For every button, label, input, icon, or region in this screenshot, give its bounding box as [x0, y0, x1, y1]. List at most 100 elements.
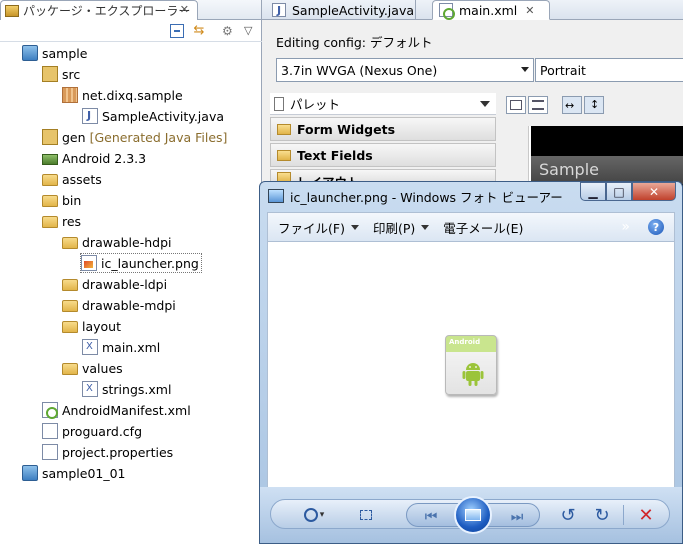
tree-item-gen[interactable]: gen [Generated Java Files]	[42, 127, 227, 147]
fill-width-icon[interactable]: ↔	[562, 96, 582, 114]
folder-icon	[62, 321, 78, 333]
grid-view-icon[interactable]	[506, 96, 526, 114]
image-canvas: Android	[267, 242, 675, 488]
menu-file[interactable]: ファイル(F)	[278, 218, 359, 237]
manifest-icon	[42, 402, 58, 419]
image-label: Android	[449, 338, 481, 346]
package-explorer: パッケージ・エクスプローラー ✕ ⇆ ⚙ ▽ sample src net.di…	[0, 0, 262, 544]
rotate-right-icon[interactable]: ↻	[591, 504, 613, 526]
source-folder-icon	[42, 66, 58, 82]
tree-item-layout[interactable]: layout	[62, 316, 121, 336]
orientation-select[interactable]: Portrait	[535, 58, 683, 82]
tree-item-bin[interactable]: bin	[42, 190, 81, 210]
delete-icon[interactable]: ✕	[635, 504, 657, 526]
actual-size-icon[interactable]	[355, 504, 377, 526]
rotate-left-icon[interactable]: ↺	[557, 504, 579, 526]
package-icon	[62, 87, 78, 103]
file-icon	[42, 444, 58, 460]
link-with-editor-icon[interactable]: ⇆	[192, 24, 206, 38]
device-select[interactable]: 3.7in WVGA (Nexus One)	[276, 58, 534, 82]
tree-item-sample01-01[interactable]: sample01_01	[22, 463, 126, 483]
chevron-down-icon[interactable]: ▽	[244, 24, 258, 38]
tree-item-proguard[interactable]: proguard.cfg	[42, 421, 142, 441]
tree-item-strings-xml[interactable]: strings.xml	[82, 379, 171, 399]
xml-file-icon	[82, 339, 98, 355]
palette-header[interactable]: パレット	[270, 93, 496, 115]
tree-item-main-xml[interactable]: main.xml	[82, 337, 160, 357]
view-toolbar: ↔ ↕	[506, 96, 604, 114]
photo-viewer-controls: ▾ ⏮ ⏭ ↺ ↻ ✕	[260, 487, 682, 543]
tree-item-sample[interactable]: sample	[22, 43, 87, 63]
tree-item-package[interactable]: net.dixq.sample	[62, 85, 183, 105]
library-icon	[42, 154, 58, 165]
palette-panel: パレット Form Widgets Text Fields レイアウト	[270, 93, 496, 185]
palette-category-form-widgets[interactable]: Form Widgets	[270, 117, 496, 141]
menu-print[interactable]: 印刷(P)	[373, 218, 430, 237]
folder-icon	[62, 300, 78, 312]
fill-height-icon[interactable]: ↕	[584, 96, 604, 114]
folder-icon	[62, 279, 78, 291]
java-file-icon	[82, 108, 98, 124]
window-title: ic_launcher.png - Windows フォト ビューアー	[290, 189, 563, 205]
android-robot-icon	[462, 363, 484, 386]
close-icon[interactable]: ✕	[525, 4, 534, 17]
editing-config-label: Editing config: デフォルト	[276, 35, 433, 50]
slideshow-icon	[465, 509, 481, 521]
tree-item-drawable-ldpi[interactable]: drawable-ldpi	[62, 274, 167, 294]
tree-item-manifest[interactable]: AndroidManifest.xml	[42, 400, 191, 420]
tab-sampleactivity[interactable]: SampleActivity.java	[266, 0, 416, 20]
tree-item-project-properties[interactable]: project.properties	[42, 442, 173, 462]
view-menu-icon[interactable]: ⚙	[222, 24, 236, 38]
window-controls: ▁ □ ✕	[580, 182, 676, 201]
project-icon	[22, 465, 38, 481]
close-icon[interactable]: ✕	[180, 3, 189, 16]
tree-item-src[interactable]: src	[42, 64, 80, 84]
zoom-icon[interactable]: ▾	[299, 504, 329, 526]
help-icon[interactable]: ?	[648, 219, 664, 235]
slideshow-button[interactable]	[454, 496, 492, 534]
control-divider	[623, 505, 624, 525]
close-button[interactable]: ✕	[632, 182, 676, 201]
minimize-button[interactable]: ▁	[580, 182, 606, 201]
editor-tab-bar: SampleActivity.java main.xml ✕	[262, 0, 683, 20]
menu-email[interactable]: 電子メール(E)	[443, 218, 523, 237]
preview-title-bar: Sample	[531, 156, 683, 184]
photo-viewer-icon	[268, 189, 284, 203]
previous-icon[interactable]: ⏮	[420, 506, 442, 528]
collapse-all-icon[interactable]	[170, 24, 184, 38]
tree-item-res[interactable]: res	[42, 211, 81, 231]
photo-viewer-menubar: ファイル(F) 印刷(P) 電子メール(E) » ?	[267, 212, 675, 242]
tree-item-drawable-mdpi[interactable]: drawable-mdpi	[62, 295, 176, 315]
folder-icon	[277, 149, 291, 161]
chevron-down-icon	[350, 224, 359, 230]
chevron-down-icon[interactable]	[480, 101, 490, 107]
tree-item-drawable-hdpi[interactable]: drawable-hdpi	[62, 232, 172, 252]
package-explorer-tab[interactable]: パッケージ・エクスプローラー ✕	[0, 0, 198, 20]
slideshow-group: ⏮ ⏭	[406, 496, 540, 534]
maximize-button[interactable]: □	[606, 182, 632, 201]
chevron-down-icon	[421, 224, 430, 230]
package-explorer-icon	[5, 4, 19, 17]
explorer-toolbar: ⇆ ⚙ ▽	[0, 20, 262, 42]
tree-item-values[interactable]: values	[62, 358, 123, 378]
tree-item-ic-launcher[interactable]: ic_launcher.png	[80, 253, 202, 273]
folder-icon	[277, 123, 291, 135]
folder-icon	[42, 195, 58, 207]
file-icon	[42, 423, 58, 439]
control-bar: ▾ ⏮ ⏭ ↺ ↻ ✕	[270, 496, 670, 534]
tree-item-assets[interactable]: assets	[42, 169, 102, 189]
tab-main-xml[interactable]: main.xml ✕	[432, 0, 550, 20]
folder-icon	[62, 363, 78, 375]
folder-icon	[42, 216, 58, 228]
next-icon[interactable]: ⏭	[506, 506, 528, 528]
palette-category-text-fields[interactable]: Text Fields	[270, 143, 496, 167]
folder-icon	[42, 174, 58, 186]
project-icon	[22, 45, 38, 61]
tree-item-android-lib[interactable]: Android 2.3.3	[42, 148, 146, 168]
tree-item-sampleactivity[interactable]: SampleActivity.java	[82, 106, 224, 126]
photo-viewer-window: ic_launcher.png - Windows フォト ビューアー ▁ □ …	[259, 181, 683, 544]
list-view-icon[interactable]	[528, 96, 548, 114]
source-folder-icon	[42, 129, 58, 145]
more-icon[interactable]: »	[621, 219, 630, 235]
package-explorer-title: パッケージ・エクスプローラー	[23, 4, 191, 18]
